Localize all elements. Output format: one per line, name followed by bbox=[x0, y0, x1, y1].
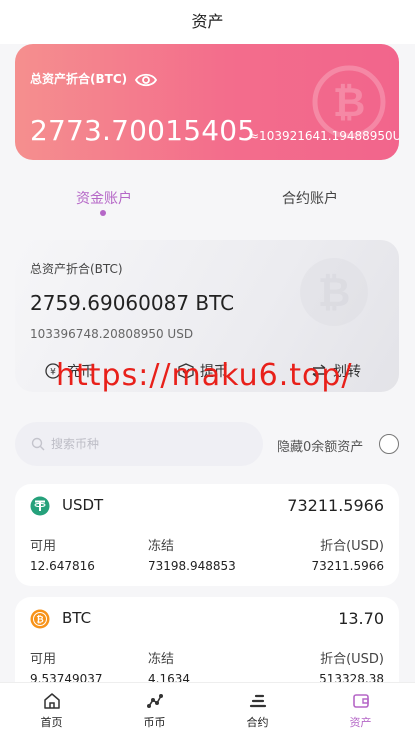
available-label: 可用 bbox=[30, 539, 57, 554]
nav-label: 合约 bbox=[246, 716, 269, 729]
nav-item-home[interactable]: 首页 bbox=[0, 683, 103, 736]
nav-item-contract[interactable]: 合约 bbox=[206, 683, 309, 736]
asset-name: BTC bbox=[62, 609, 92, 627]
tab-contract-account[interactable]: 合约账户 bbox=[282, 188, 338, 208]
asset-name: USDT bbox=[62, 496, 104, 514]
btc-coin-icon: ₿ bbox=[30, 609, 50, 629]
account-assets-label: 总资产折合(BTC) bbox=[30, 262, 123, 276]
search-input[interactable] bbox=[51, 437, 231, 451]
equivalent-usd-label: 折合(USD) bbox=[320, 652, 384, 667]
frozen-label: 冻结 bbox=[148, 539, 175, 554]
contract-icon bbox=[249, 694, 266, 708]
nav-item-assets[interactable]: 资产 bbox=[309, 683, 412, 736]
asset-total: 13.70 bbox=[338, 609, 384, 628]
svg-text:₿: ₿ bbox=[333, 80, 366, 126]
available-label: 可用 bbox=[30, 652, 57, 667]
svg-text:₿: ₿ bbox=[318, 270, 351, 316]
page-title: 资产 bbox=[191, 12, 224, 31]
asset-total: 73211.5966 bbox=[287, 496, 384, 515]
nav-label: 资产 bbox=[349, 716, 372, 729]
hide-zero-balance-toggle[interactable] bbox=[379, 434, 399, 454]
active-tab-indicator bbox=[100, 210, 106, 216]
svg-text:₿: ₿ bbox=[36, 615, 43, 626]
nav-label: 币币 bbox=[143, 716, 166, 729]
equivalent-usd-value: 73211.5966 bbox=[311, 559, 384, 573]
available-value: 12.647816 bbox=[30, 559, 95, 573]
account-usd-amount: 103396748.20808950 USD bbox=[30, 327, 194, 341]
url-watermark: https://maku6.top/ bbox=[56, 358, 353, 393]
nav-item-exchange[interactable]: 币币 bbox=[103, 683, 206, 736]
page-header: 资产 bbox=[0, 0, 415, 44]
total-assets-usd: ≈103921641.19488950USD bbox=[249, 129, 399, 143]
search-icon bbox=[31, 437, 45, 451]
asset-card-usdt[interactable]: USDT 73211.5966 可用 冻结 折合(USD) 12.647816 … bbox=[15, 484, 399, 586]
bottom-navigation: 首页 币币 合约 资产 bbox=[0, 682, 415, 736]
hide-zero-balance-label: 隐藏0余额资产 bbox=[277, 440, 364, 455]
exchange-icon bbox=[146, 694, 163, 708]
coin-search-box[interactable] bbox=[15, 422, 263, 466]
frozen-label: 冻结 bbox=[148, 652, 175, 667]
tab-funding-account[interactable]: 资金账户 bbox=[76, 188, 132, 208]
total-assets-card: ₿ 总资产折合(BTC) 2773.70015405 ≈103921641.19… bbox=[15, 44, 399, 160]
bitcoin-watermark-icon: ₿ bbox=[300, 258, 368, 326]
home-icon bbox=[43, 693, 60, 709]
total-assets-amount: 2773.70015405 bbox=[30, 114, 256, 147]
total-assets-label: 总资产折合(BTC) bbox=[30, 72, 128, 86]
wallet-icon bbox=[352, 694, 369, 708]
equivalent-usd-label: 折合(USD) bbox=[320, 539, 384, 554]
eye-icon[interactable] bbox=[135, 72, 157, 88]
account-btc-amount: 2759.69060087 BTC bbox=[30, 291, 235, 315]
nav-label: 首页 bbox=[40, 716, 63, 729]
frozen-value: 73198.948853 bbox=[148, 559, 236, 573]
account-tabs: 资金账户 合约账户 bbox=[0, 178, 415, 218]
usdt-coin-icon bbox=[30, 496, 50, 516]
